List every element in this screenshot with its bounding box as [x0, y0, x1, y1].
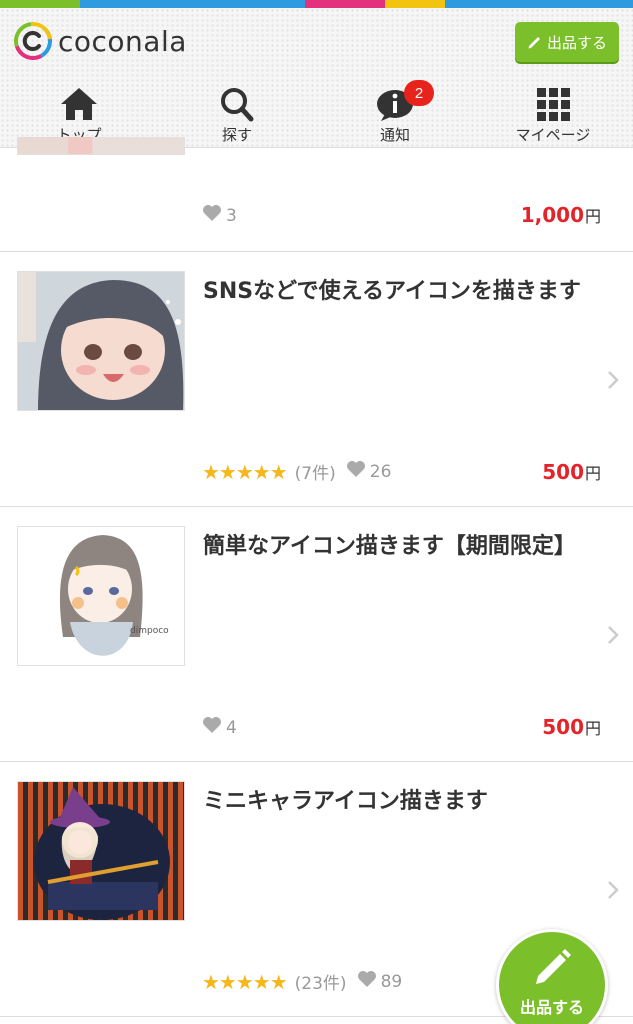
logo-mark-icon — [14, 22, 52, 60]
app-header: coconala 出品する トップ 探す 2 通知 マイページ — [0, 8, 633, 148]
sell-button-label: 出品する — [546, 33, 607, 52]
coconala-logo[interactable]: coconala — [14, 22, 187, 60]
nav-notifications[interactable]: 2 通知 — [316, 80, 474, 148]
brand-color-strip — [0, 0, 633, 8]
chevron-right-icon — [608, 371, 619, 389]
listing-price: 500円 — [542, 715, 601, 739]
like-count: 89 — [380, 971, 403, 992]
grid-icon — [537, 88, 570, 121]
home-icon — [61, 88, 97, 120]
listing-meta: 3 — [202, 204, 237, 227]
nav-mypage[interactable]: マイページ — [474, 82, 632, 148]
listing-list: 3 1,000円 SNSなどで使えるアイコンを描きます ★★★★★ (7件) 2… — [0, 137, 633, 1017]
pencil-icon — [528, 37, 540, 49]
heart-icon — [202, 204, 222, 227]
listing-title: SNSなどで使えるアイコンを描きます — [203, 279, 581, 304]
floating-sell-label: 出品する — [519, 998, 584, 1017]
logo-text: coconala — [58, 24, 187, 58]
list-item[interactable]: dimpoco 簡単なアイコン描きます【期間限定】 4 500円 — [0, 507, 633, 762]
like-count: 3 — [226, 205, 237, 226]
rating-stars: ★★★★★ — [202, 459, 288, 484]
listing-thumbnail — [17, 271, 185, 411]
nav-notifications-label: 通知 — [379, 126, 410, 144]
listing-title: ミニキャラアイコン描きます — [203, 789, 488, 814]
listing-thumbnail — [17, 137, 185, 155]
review-count: (7件) — [294, 464, 336, 484]
rating-stars: ★★★★★ — [202, 969, 288, 994]
svg-text:dimpoco: dimpoco — [130, 626, 169, 636]
sell-button[interactable]: 出品する — [515, 22, 619, 62]
pencil-icon — [536, 949, 571, 984]
listing-meta: 4 — [202, 716, 237, 739]
list-item[interactable]: SNSなどで使えるアイコンを描きます ★★★★★ (7件) 26 500円 — [0, 252, 633, 507]
chevron-right-icon — [608, 881, 619, 899]
list-item[interactable]: 3 1,000円 — [0, 137, 633, 252]
listing-meta: ★★★★★ (7件) 26 — [202, 459, 392, 485]
heart-icon — [202, 716, 222, 739]
like-count: 4 — [226, 717, 237, 738]
heart-icon — [346, 460, 366, 483]
chevron-right-icon — [608, 626, 619, 644]
listing-thumbnail: dimpoco — [17, 526, 185, 666]
nav-search-label: 探す — [221, 126, 252, 144]
heart-icon — [357, 970, 377, 993]
listing-title: 簡単なアイコン描きます【期間限定】 — [203, 534, 576, 559]
nav-mypage-label: マイページ — [515, 126, 591, 144]
listing-price: 1,000円 — [520, 203, 601, 227]
listing-thumbnail — [17, 781, 185, 921]
listing-price: 500円 — [542, 460, 601, 484]
notification-badge: 2 — [404, 80, 434, 106]
review-count: (23件) — [294, 974, 347, 994]
listing-meta: ★★★★★ (23件) 89 — [202, 969, 403, 995]
search-icon — [221, 88, 254, 122]
like-count: 26 — [369, 461, 392, 482]
